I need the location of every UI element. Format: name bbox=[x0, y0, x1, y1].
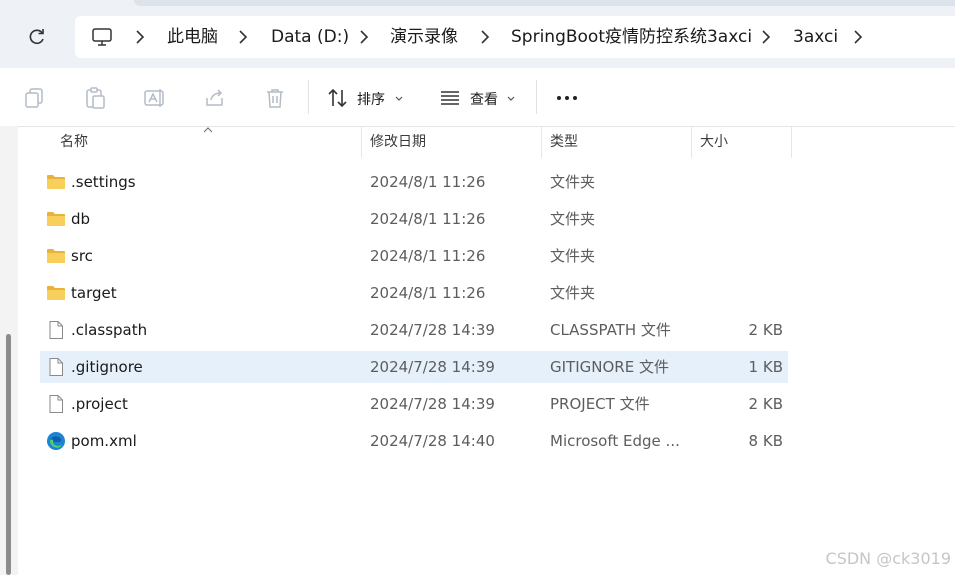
file-modified-date: 2024/7/28 14:39 bbox=[370, 321, 495, 339]
refresh-icon bbox=[29, 29, 44, 45]
navigation-pane-edge bbox=[0, 126, 18, 575]
file-type: 文件夹 bbox=[550, 284, 596, 302]
file-size: 2 KB bbox=[748, 321, 783, 339]
sort-ascending-icon bbox=[203, 127, 213, 133]
file-type: GITIGNORE 文件 bbox=[550, 358, 669, 376]
rename-icon[interactable] bbox=[143, 86, 167, 110]
paste-icon[interactable] bbox=[83, 86, 107, 110]
file-row[interactable]: .classpath 2024/7/28 14:39 CLASSPATH 文件 2 K… bbox=[40, 314, 788, 346]
file-name: src bbox=[71, 247, 93, 265]
delete-icon[interactable] bbox=[263, 86, 287, 110]
file-type: Microsoft Edge ... bbox=[550, 432, 680, 450]
chevron-down-icon[interactable] bbox=[395, 96, 403, 102]
column-divider[interactable] bbox=[361, 126, 362, 158]
file-size: 1 KB bbox=[748, 358, 783, 376]
file-row[interactable]: pom.xml 2024/7/28 14:40 Microsoft Edge ...… bbox=[40, 425, 788, 457]
column-date[interactable]: 修改日期 bbox=[370, 126, 426, 158]
chevron-right-icon[interactable] bbox=[135, 30, 145, 44]
file-name: .classpath bbox=[71, 321, 148, 339]
file-modified-date: 2024/8/1 11:26 bbox=[370, 210, 486, 228]
breadcrumb-current-folder[interactable]: 3axci bbox=[793, 27, 838, 47]
column-type[interactable]: 类型 bbox=[550, 126, 578, 158]
more-options-icon[interactable] bbox=[555, 86, 579, 110]
breadcrumb-data-drive[interactable]: Data (D:) bbox=[271, 27, 349, 47]
folder-icon bbox=[46, 172, 66, 192]
copy-icon[interactable] bbox=[23, 86, 47, 110]
column-divider[interactable] bbox=[691, 126, 692, 158]
column-divider[interactable] bbox=[541, 126, 542, 158]
file-type: CLASSPATH 文件 bbox=[550, 321, 671, 339]
view-button[interactable]: 查看 bbox=[470, 89, 498, 109]
file-name: db bbox=[71, 210, 91, 228]
toolbar-divider bbox=[308, 80, 309, 114]
column-divider[interactable] bbox=[791, 126, 792, 158]
command-bar: 排序 查看 bbox=[0, 68, 955, 127]
file-icon bbox=[46, 357, 66, 377]
view-icon[interactable] bbox=[438, 86, 462, 110]
breadcrumb-project[interactable]: SpringBoot疫情防控系统3axci bbox=[511, 27, 752, 47]
chevron-right-icon[interactable] bbox=[480, 30, 490, 44]
file-type: 文件夹 bbox=[550, 173, 596, 191]
file-name: .project bbox=[71, 395, 128, 413]
file-size: 8 KB bbox=[748, 432, 783, 450]
sort-button[interactable]: 排序 bbox=[357, 89, 385, 109]
chevron-right-icon[interactable] bbox=[853, 30, 863, 44]
file-row[interactable]: db 2024/8/1 11:26 文件夹 bbox=[40, 203, 788, 235]
file-type: 文件夹 bbox=[550, 210, 596, 228]
edge-icon bbox=[46, 431, 66, 451]
breadcrumb-demo-recordings[interactable]: 演示录像 bbox=[390, 27, 458, 47]
watermark: CSDN @ck3019 bbox=[825, 549, 951, 568]
file-name: .settings bbox=[71, 173, 136, 191]
file-row[interactable]: .gitignore 2024/7/28 14:39 GITIGNORE 文件 1 K… bbox=[40, 351, 788, 383]
chevron-down-icon[interactable] bbox=[507, 96, 515, 102]
address-region: 此电脑 Data (D:) 演示录像 SpringBoot疫情防控系统3axci… bbox=[0, 0, 955, 68]
file-row[interactable]: .settings 2024/8/1 11:26 文件夹 bbox=[40, 166, 788, 198]
folder-icon bbox=[46, 246, 66, 266]
file-row[interactable]: src 2024/8/1 11:26 文件夹 bbox=[40, 240, 788, 272]
file-modified-date: 2024/7/28 14:39 bbox=[370, 358, 495, 376]
column-name[interactable]: 名称 bbox=[60, 126, 88, 158]
chevron-right-icon[interactable] bbox=[761, 30, 771, 44]
file-type: 文件夹 bbox=[550, 247, 596, 265]
chevron-right-icon[interactable] bbox=[359, 30, 369, 44]
file-type: PROJECT 文件 bbox=[550, 395, 650, 413]
scrollbar-thumb[interactable] bbox=[6, 334, 11, 575]
file-icon bbox=[46, 320, 66, 340]
file-modified-date: 2024/8/1 11:26 bbox=[370, 173, 486, 191]
sort-icon[interactable] bbox=[326, 86, 350, 110]
column-header: 名称 修改日期 类型 大小 bbox=[18, 126, 955, 158]
address-bar[interactable]: 此电脑 Data (D:) 演示录像 SpringBoot疫情防控系统3axci… bbox=[75, 16, 955, 58]
folder-icon bbox=[46, 283, 66, 303]
refresh-button[interactable] bbox=[22, 22, 52, 52]
tab-strip bbox=[134, 0, 955, 6]
toolbar-divider bbox=[536, 80, 537, 114]
file-modified-date: 2024/8/1 11:26 bbox=[370, 247, 486, 265]
file-row[interactable]: target 2024/8/1 11:26 文件夹 bbox=[40, 277, 788, 309]
this-pc-icon bbox=[92, 28, 112, 46]
file-size: 2 KB bbox=[748, 395, 783, 413]
file-modified-date: 2024/7/28 14:40 bbox=[370, 432, 495, 450]
file-name: .gitignore bbox=[71, 358, 143, 376]
file-name: target bbox=[71, 284, 117, 302]
breadcrumb-this-pc[interactable]: 此电脑 bbox=[167, 27, 218, 47]
file-row[interactable]: .project 2024/7/28 14:39 PROJECT 文件 2 KB bbox=[40, 388, 788, 420]
folder-icon bbox=[46, 209, 66, 229]
file-modified-date: 2024/7/28 14:39 bbox=[370, 395, 495, 413]
chevron-right-icon[interactable] bbox=[238, 30, 248, 44]
column-size[interactable]: 大小 bbox=[700, 126, 728, 158]
share-icon[interactable] bbox=[203, 86, 227, 110]
file-icon bbox=[46, 394, 66, 414]
file-name: pom.xml bbox=[71, 432, 137, 450]
file-modified-date: 2024/8/1 11:26 bbox=[370, 284, 486, 302]
